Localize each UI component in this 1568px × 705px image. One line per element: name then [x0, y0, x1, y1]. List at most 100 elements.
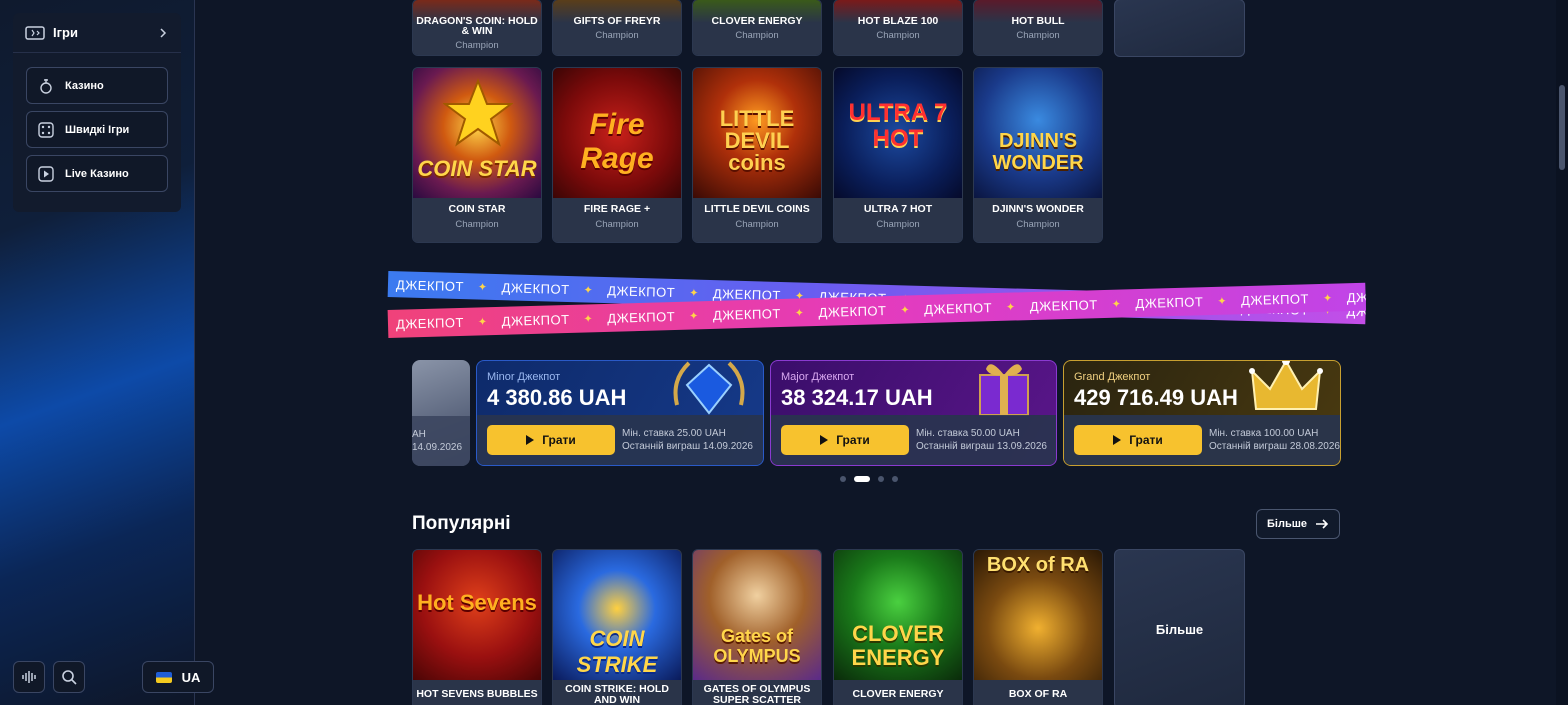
game-art: DJINN'S WONDER: [974, 68, 1102, 198]
game-art: COIN STRIKE: [553, 550, 681, 680]
game-name: FIRE RAGE +: [583, 203, 651, 215]
play-button[interactable]: Грати: [781, 425, 909, 455]
ribbon-word: ДЖЕКПОТ: [607, 282, 676, 300]
game-art-title: CLOVER ENERGY: [851, 621, 945, 670]
sidebar-item-label: Казино: [65, 79, 104, 92]
game-tile[interactable]: COIN STRIKE COIN STRIKE: HOLD AND WIN: [552, 549, 682, 705]
game-tile[interactable]: HOT BULL Champion: [973, 0, 1103, 56]
game-tile[interactable]: DRAGON'S COIN: HOLD & WIN Champion: [412, 0, 542, 56]
sparkle-icon: ✦: [583, 312, 594, 326]
jackpot-amount: 429 716.49 UAH: [1074, 385, 1238, 410]
game-art-title: DJINN'S WONDER: [992, 130, 1084, 174]
sparkle-icon: ✦: [688, 286, 700, 300]
min-bet: Мін. ставка 100.00 UAH: [1209, 428, 1319, 439]
carousel-dot[interactable]: [878, 476, 884, 482]
chevron-right-icon[interactable]: [157, 27, 169, 39]
game-tile[interactable]: BOX of RA BOX OF RA: [973, 549, 1103, 705]
game-name: HOT BULL: [1011, 15, 1065, 27]
scrollbar[interactable]: [1556, 0, 1568, 705]
game-name: HOT BLAZE 100: [857, 15, 939, 27]
game-name: LITTLE DEVIL COINS: [704, 203, 810, 215]
min-bet: Мін. ставка 25.00 UAH: [622, 428, 726, 439]
search-button[interactable]: [53, 661, 85, 693]
sapphire-icon: [673, 361, 745, 415]
sparkle-icon: ✦: [1005, 300, 1016, 314]
game-name: HOT SEVENS BUBBLES: [416, 688, 538, 700]
game-art: Hot Sevens: [413, 550, 541, 680]
game-tile[interactable]: Fire Rage FIRE RAGE + Champion: [552, 67, 682, 243]
ribbon-word: ДЖЕКПОТ: [1240, 290, 1310, 308]
game-name: GATES OF OLYMPUS SUPER SCATTER: [703, 683, 811, 705]
scrollbar-thumb[interactable]: [1559, 85, 1565, 170]
more-label: Більше: [1267, 518, 1307, 530]
sidebar-item-casino[interactable]: Казино: [26, 67, 168, 104]
sparkle-icon: ✦: [1322, 292, 1333, 305]
sidebar-item-fast-games[interactable]: Швидкі Ігри: [26, 111, 168, 148]
jackpot-card-minor: Minor Джекпот 4 380.86 UAH Грати Мін. ст…: [476, 360, 764, 466]
ribbon-word: ДЖЕКПОТ: [818, 302, 887, 320]
game-tile[interactable]: Gates of OLYMPUS GATES OF OLYMPUS SUPER …: [692, 549, 822, 705]
games-menu-header[interactable]: Ігри: [13, 13, 181, 53]
game-name: ULTRA 7 HOT: [863, 203, 933, 215]
voice-button[interactable]: [13, 661, 45, 693]
play-icon: [526, 435, 535, 445]
game-provider: Champion: [455, 40, 499, 51]
jackpot-card-partial[interactable]: AH 14.09.2026: [412, 360, 470, 466]
partial-date: 14.09.2026: [412, 442, 463, 453]
jackpot-card-grand: Grand Джекпот 429 716.49 UAH Грати Мін. …: [1063, 360, 1341, 466]
sidebar-item-live-casino[interactable]: Live Казино: [26, 155, 168, 192]
game-name: COIN STAR: [448, 203, 506, 215]
game-provider: Champion: [595, 30, 639, 41]
play-button[interactable]: Грати: [487, 425, 615, 455]
game-provider: Champion: [735, 219, 779, 230]
carousel-dot[interactable]: [892, 476, 898, 482]
carousel-dot[interactable]: [854, 476, 870, 482]
ribbon-word: ДЖЕКПОТ: [501, 279, 570, 297]
game-tile[interactable]: GIFTS OF FREYR Champion: [552, 0, 682, 56]
game-tile[interactable]: LITTLE DEVIL coins LITTLE DEVIL COINS Cha…: [692, 67, 822, 243]
play-icon: [1113, 435, 1122, 445]
game-tile[interactable]: ULTRA 7 HOT ULTRA 7 HOT Champion: [833, 67, 963, 243]
more-games-tile[interactable]: Більше: [1114, 549, 1245, 705]
game-provider: Champion: [595, 219, 639, 230]
jackpot-amount: 38 324.17 UAH: [781, 385, 933, 410]
games-menu: Ігри Казино Швидкі Ігри Live Казино: [13, 13, 181, 212]
dice-icon: [38, 121, 54, 138]
jackpot-card-major: Major Джекпот 38 324.17 UAH Грати Мін. с…: [770, 360, 1057, 466]
game-tile[interactable]: CLOVER ENERGY CLOVER ENERGY: [833, 549, 963, 705]
language-selector[interactable]: UA: [142, 661, 214, 693]
game-provider: Champion: [1016, 219, 1060, 230]
carousel-dot[interactable]: [840, 476, 846, 482]
ribbon-word: ДЖЕКПОТ: [1135, 293, 1204, 311]
game-tile[interactable]: Hot Sevens HOT SEVENS BUBBLES: [412, 549, 542, 705]
game-name: CLOVER ENERGY: [852, 688, 944, 700]
game-art: ULTRA 7 HOT: [834, 68, 962, 198]
game-art: BOX of RA: [974, 550, 1102, 680]
jackpot-label: Major Джекпот: [781, 371, 855, 383]
game-tile[interactable]: COIN STAR COIN STAR Champion: [412, 67, 542, 243]
play-label: Грати: [1129, 433, 1163, 447]
game-tile[interactable]: CLOVER ENERGY Champion: [692, 0, 822, 56]
game-name: DJINN'S WONDER: [992, 203, 1084, 215]
game-name: DRAGON'S COIN: HOLD & WIN: [416, 15, 538, 37]
game-tile[interactable]: HOT BLAZE 100 Champion: [833, 0, 963, 56]
crown-icon: [1249, 361, 1323, 410]
casino-icon: [40, 78, 52, 94]
sparkle-icon: ✦: [1217, 295, 1228, 308]
ribbon-word: ДЖЕКПОТ: [1346, 287, 1367, 305]
game-art: Fire Rage: [553, 68, 681, 198]
more-button[interactable]: Більше: [1256, 509, 1340, 539]
play-label: Грати: [836, 433, 870, 447]
play-button[interactable]: Грати: [1074, 425, 1202, 455]
sparkle-icon: ✦: [689, 309, 700, 323]
game-provider: Champion: [876, 30, 920, 41]
game-provider: Champion: [1016, 30, 1060, 41]
ribbon-word: ДЖЕКПОТ: [1029, 296, 1098, 314]
search-icon: [62, 670, 77, 685]
game-art-title: BOX of RA: [986, 554, 1090, 576]
games-menu-title: Ігри: [53, 25, 78, 40]
game-tile[interactable]: DJINN'S WONDER DJINN'S WONDER Champion: [973, 67, 1103, 243]
more-tile-top[interactable]: [1114, 0, 1245, 57]
sparkle-icon: ✦: [900, 303, 911, 317]
last-win: Останній виграш 28.08.2026: [1209, 441, 1340, 452]
